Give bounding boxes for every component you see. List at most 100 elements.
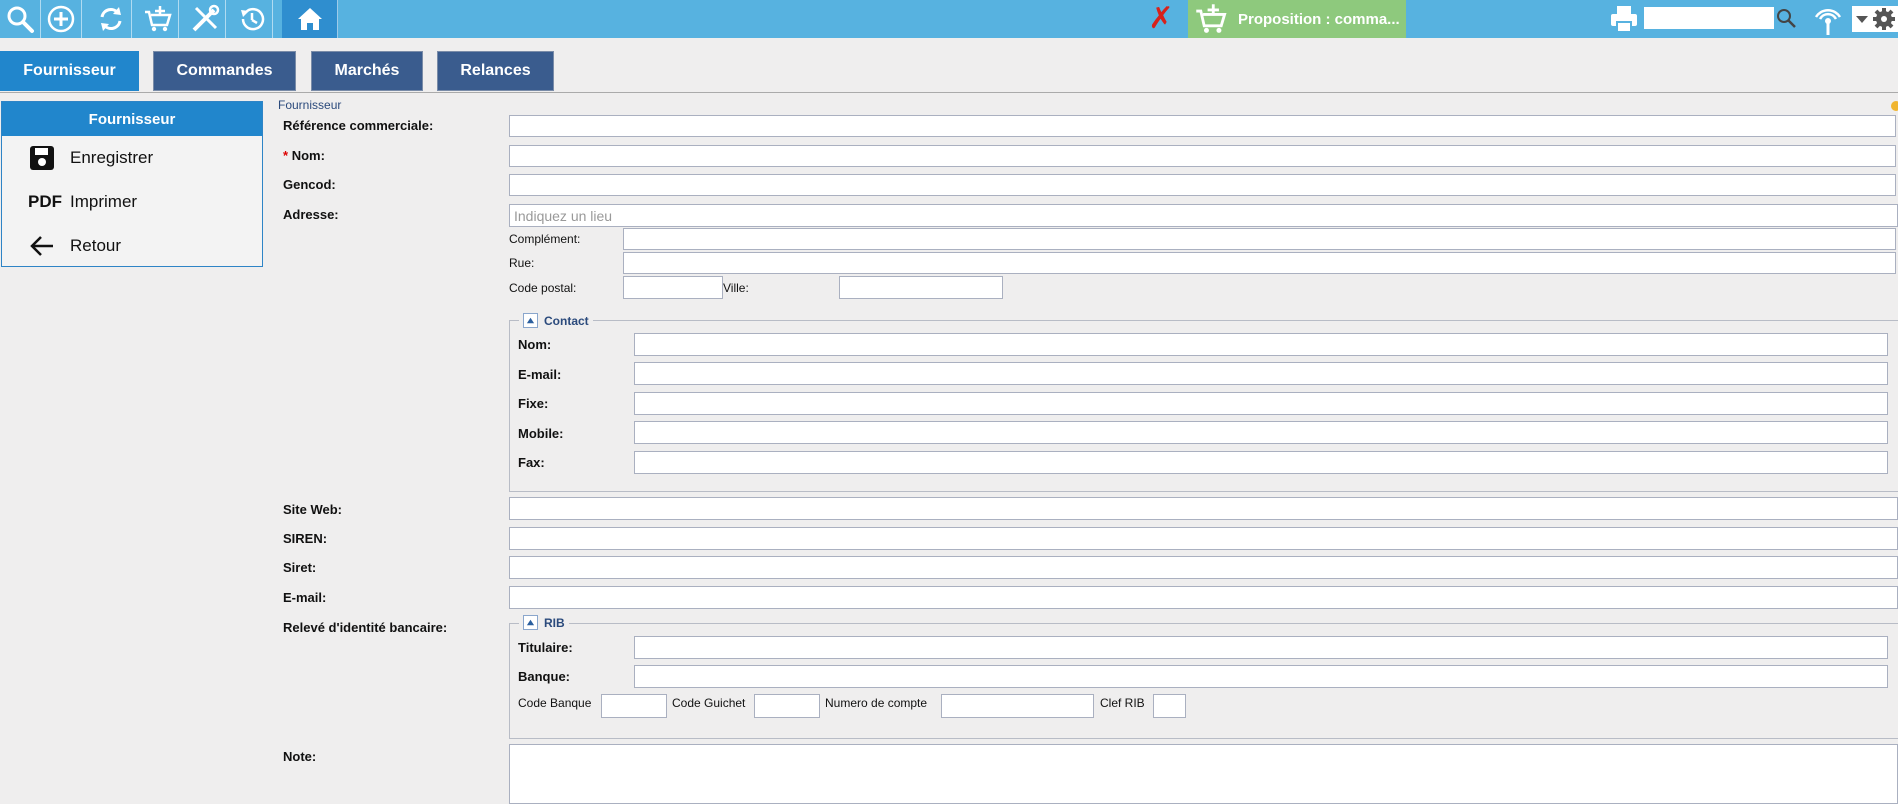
signal-icon[interactable] xyxy=(1810,1,1846,37)
rib-legend[interactable]: RIB xyxy=(519,615,569,630)
top-search-input[interactable] xyxy=(1644,7,1774,29)
search-icon xyxy=(7,6,34,33)
arrow-left-icon xyxy=(28,232,70,260)
contact-fax-label: Fax: xyxy=(518,455,545,470)
refresh-icon xyxy=(100,7,122,31)
titulaire-input[interactable] xyxy=(634,636,1888,659)
tab-fournisseur[interactable]: Fournisseur xyxy=(0,51,139,91)
chevron-down-icon xyxy=(1856,16,1868,23)
nom-input[interactable] xyxy=(509,145,1896,167)
rib-legend-label: RIB xyxy=(544,615,565,630)
site-web-label: Site Web: xyxy=(283,502,342,517)
save-button[interactable]: Enregistrer xyxy=(2,136,262,180)
collapse-icon[interactable] xyxy=(523,615,538,630)
numero-compte-input[interactable] xyxy=(941,694,1094,718)
collapse-icon[interactable] xyxy=(523,313,538,328)
code-postal-input[interactable] xyxy=(623,276,723,299)
contact-email-label: E-mail: xyxy=(518,367,562,382)
contact-mobile-label: Mobile: xyxy=(518,426,564,441)
plus-circle-icon xyxy=(47,5,75,33)
pdf-icon: PDF xyxy=(28,192,62,211)
gencod-input[interactable] xyxy=(509,174,1896,196)
contact-legend-label: Contact xyxy=(544,313,589,328)
required-marker: * xyxy=(283,148,289,163)
proposition-label: Proposition : comma... xyxy=(1238,10,1400,28)
clef-rib-label: Clef RIB xyxy=(1100,696,1145,710)
save-label: Enregistrer xyxy=(70,148,154,167)
siret-input[interactable] xyxy=(509,556,1898,579)
email-input[interactable] xyxy=(509,586,1898,609)
tab-relances[interactable]: Relances xyxy=(437,51,554,91)
section-title: Fournisseur xyxy=(278,98,342,112)
code-guichet-label: Code Guichet xyxy=(672,696,746,710)
note-textarea[interactable] xyxy=(509,744,1898,804)
side-panel-title: Fournisseur xyxy=(2,102,262,136)
cart-add-icon xyxy=(1196,4,1227,33)
home-icon xyxy=(297,8,322,30)
reference-input[interactable] xyxy=(509,115,1896,137)
complement-input[interactable] xyxy=(623,228,1896,250)
print-pdf-button[interactable]: PDF Imprimer xyxy=(2,180,262,224)
complement-label: Complément: xyxy=(509,232,581,246)
print-label: Imprimer xyxy=(70,192,138,211)
nom-label-text: Nom: xyxy=(291,148,325,163)
save-icon xyxy=(28,144,70,172)
ville-label: Ville: xyxy=(723,281,749,295)
contact-nom-label: Nom: xyxy=(518,337,552,352)
adresse-input[interactable] xyxy=(509,204,1898,227)
contact-fixe-label: Fixe: xyxy=(518,396,549,411)
note-label: Note: xyxy=(283,749,317,764)
print-icon[interactable] xyxy=(1608,3,1640,35)
settings-dropdown[interactable] xyxy=(1852,6,1898,32)
nom-label: * Nom: xyxy=(283,148,325,163)
cart-add-icon xyxy=(145,6,172,32)
history-icon xyxy=(241,7,265,31)
numero-compte-label: Numero de compte xyxy=(825,696,928,710)
reference-label: Référence commerciale: xyxy=(283,118,434,133)
contact-mobile-input[interactable] xyxy=(634,421,1888,444)
siren-input[interactable] xyxy=(509,527,1898,550)
banque-input[interactable] xyxy=(634,665,1888,688)
rib-label: Relevé d'identité bancaire: xyxy=(283,620,448,635)
side-panel: Fournisseur Enregistrer PDF Imprimer Ret… xyxy=(1,101,263,267)
email-label: E-mail: xyxy=(283,590,327,605)
search-icon[interactable] xyxy=(1774,6,1798,30)
clef-rib-input[interactable] xyxy=(1153,694,1186,718)
gear-icon xyxy=(1873,8,1895,30)
contact-email-input[interactable] xyxy=(634,362,1888,385)
gencod-label: Gencod: xyxy=(283,177,336,192)
cancel-icon[interactable]: ✗ xyxy=(1146,1,1176,36)
siret-label: Siret: xyxy=(283,560,317,575)
top-toolbar: ✗ Proposition : comma... xyxy=(0,0,1898,38)
titulaire-label: Titulaire: xyxy=(518,640,573,655)
contact-legend[interactable]: Contact xyxy=(519,313,593,328)
add-to-cart-button[interactable] xyxy=(138,0,179,38)
back-button[interactable]: Retour xyxy=(2,224,262,268)
siren-label: SIREN: xyxy=(283,531,328,546)
ville-input[interactable] xyxy=(839,276,1003,299)
contact-nom-input[interactable] xyxy=(634,333,1888,356)
proposition-cart-button[interactable]: Proposition : comma... xyxy=(1188,0,1406,38)
code-guichet-input[interactable] xyxy=(754,694,820,718)
adresse-label: Adresse: xyxy=(283,207,339,222)
tools-icon xyxy=(192,4,220,32)
tab-commandes[interactable]: Commandes xyxy=(153,51,296,91)
contact-fixe-input[interactable] xyxy=(634,392,1888,415)
back-label: Retour xyxy=(70,236,122,255)
site-web-input[interactable] xyxy=(509,497,1898,520)
search-button[interactable] xyxy=(0,0,41,38)
contact-fax-input[interactable] xyxy=(634,451,1888,474)
add-button[interactable] xyxy=(41,0,82,38)
tabs-divider xyxy=(0,92,1898,93)
code-postal-label: Code postal: xyxy=(509,281,577,295)
status-dot-icon xyxy=(1891,101,1898,111)
banque-label: Banque: xyxy=(518,669,570,684)
refresh-button[interactable] xyxy=(91,0,132,38)
tab-marches[interactable]: Marchés xyxy=(311,51,423,91)
rue-label: Rue: xyxy=(509,256,535,270)
rue-input[interactable] xyxy=(623,252,1896,274)
code-banque-input[interactable] xyxy=(601,694,667,718)
history-button[interactable] xyxy=(232,0,273,38)
home-button[interactable] xyxy=(282,0,338,38)
tools-button[interactable] xyxy=(185,0,226,38)
